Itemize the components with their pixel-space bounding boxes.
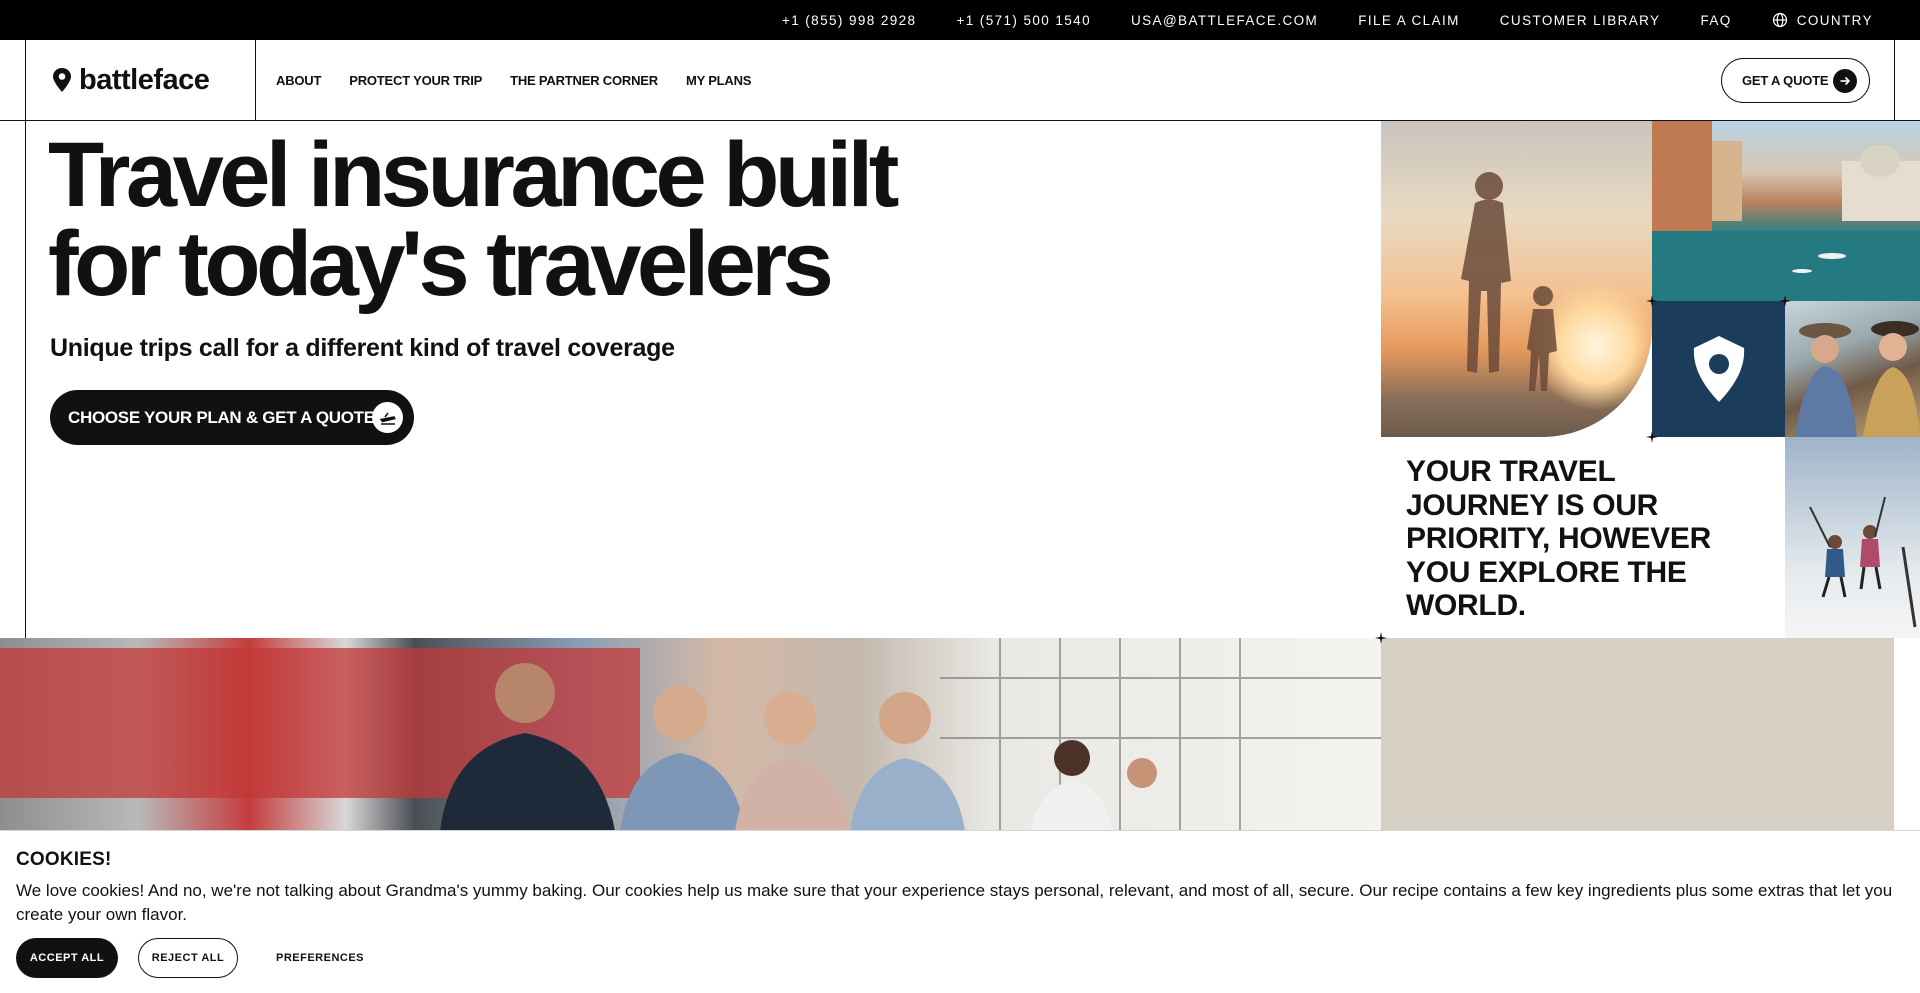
country-label: COUNTRY bbox=[1796, 12, 1873, 28]
friends-scene bbox=[1795, 321, 1920, 437]
reject-all-button[interactable]: REJECT ALL bbox=[138, 938, 238, 978]
main-nav: battleface ABOUT PROTECT YOUR TRIP THE P… bbox=[0, 40, 1920, 121]
accept-all-button[interactable]: ACCEPT ALL bbox=[16, 938, 118, 978]
sparkle-icon bbox=[1646, 431, 1658, 443]
location-pin-icon bbox=[53, 68, 71, 92]
travelers-photo bbox=[0, 638, 1381, 831]
phone-link-secondary[interactable]: +1 (571) 500 1540 bbox=[956, 13, 1091, 28]
nav-link-partner-corner[interactable]: THE PARTNER CORNER bbox=[510, 73, 658, 88]
file-claim-link[interactable]: FILE A CLAIM bbox=[1358, 13, 1460, 28]
get-quote-label: GET A QUOTE bbox=[1742, 73, 1829, 88]
nav-divider bbox=[1894, 40, 1895, 120]
beach-sunset-photo bbox=[1381, 121, 1652, 437]
customer-library-link[interactable]: CUSTOMER LIBRARY bbox=[1500, 13, 1661, 28]
logo-text: battleface bbox=[79, 63, 210, 96]
tagline-text: YOUR TRAVEL JOURNEY IS OUR PRIORITY, HOW… bbox=[1406, 455, 1711, 622]
hero-title: Travel insurance built for today's trave… bbox=[48, 124, 948, 315]
arrow-right-icon bbox=[1833, 69, 1857, 93]
location-pin-icon bbox=[1693, 336, 1744, 402]
nav-link-my-plans[interactable]: MY PLANS bbox=[686, 73, 752, 88]
choose-plan-button[interactable]: CHOOSE YOUR PLAN & GET A QUOTE bbox=[50, 390, 414, 445]
hero-title-line-1: Travel insurance built bbox=[48, 124, 899, 226]
email-link[interactable]: USA@BATTLEFACE.COM bbox=[1131, 13, 1318, 28]
country-selector[interactable]: COUNTRY bbox=[1772, 12, 1873, 28]
cookie-buttons: ACCEPT ALL REJECT ALL PREFERENCES bbox=[16, 938, 364, 978]
venice-scene bbox=[1652, 121, 1920, 301]
tagline-card: YOUR TRAVEL JOURNEY IS OUR PRIORITY, HOW… bbox=[1381, 437, 1785, 638]
skiers-scene bbox=[1809, 496, 1917, 628]
skiers-photo bbox=[1785, 437, 1920, 638]
beige-panel bbox=[1381, 638, 1894, 831]
globe-icon bbox=[1772, 12, 1787, 28]
sparkle-icon bbox=[1646, 295, 1658, 307]
hero-title-line-2: for today's travelers bbox=[48, 213, 834, 315]
nav-links: ABOUT PROTECT YOUR TRIP THE PARTNER CORN… bbox=[276, 40, 779, 120]
brand-pin-tile bbox=[1652, 301, 1785, 437]
top-utility-bar: +1 (855) 998 2928 +1 (571) 500 1540 USA@… bbox=[0, 0, 1920, 40]
travelers-scene bbox=[0, 638, 1381, 831]
cookie-banner: COOKIES! We love cookies! And no, we're … bbox=[0, 830, 1920, 993]
nav-link-about[interactable]: ABOUT bbox=[276, 73, 321, 88]
cookie-title: COOKIES! bbox=[16, 849, 112, 870]
hero-subtitle: Unique trips call for a different kind o… bbox=[50, 334, 675, 362]
airplane-icon bbox=[372, 402, 403, 433]
silhouette-figures bbox=[1461, 172, 1557, 391]
friends-photo bbox=[1785, 301, 1920, 437]
phone-link-primary[interactable]: +1 (855) 998 2928 bbox=[782, 13, 917, 28]
cookie-message: We love cookies! And no, we're not talki… bbox=[16, 881, 1893, 924]
get-quote-button[interactable]: GET A QUOTE bbox=[1721, 58, 1870, 103]
sparkle-icon bbox=[1375, 632, 1387, 644]
logo[interactable]: battleface bbox=[25, 40, 256, 120]
faq-link[interactable]: FAQ bbox=[1700, 13, 1731, 28]
venice-canal-photo bbox=[1652, 121, 1920, 301]
preferences-button[interactable]: PREFERENCES bbox=[276, 952, 364, 964]
choose-plan-label: CHOOSE YOUR PLAN & GET A QUOTE bbox=[68, 407, 375, 427]
nav-link-protect-your-trip[interactable]: PROTECT YOUR TRIP bbox=[349, 73, 482, 88]
sparkle-icon bbox=[1779, 295, 1791, 307]
frame-line-left bbox=[25, 121, 26, 638]
